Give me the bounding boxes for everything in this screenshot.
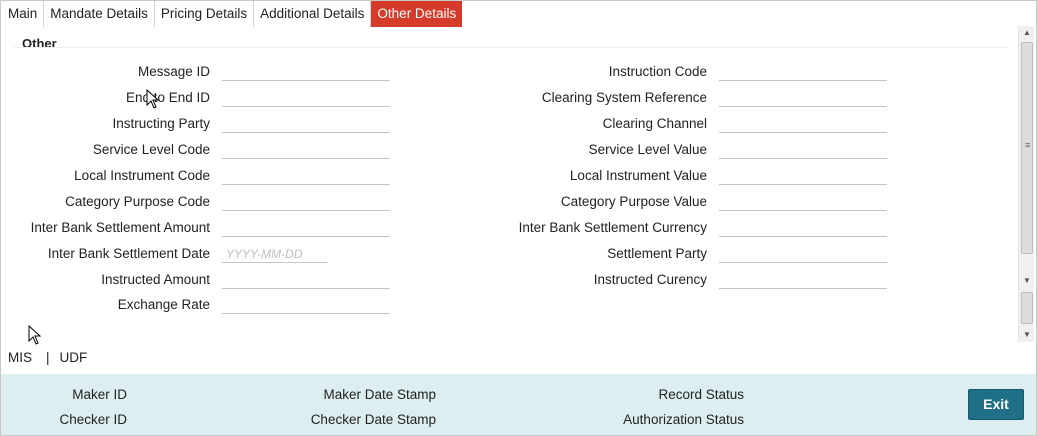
mouse-pointer-icon: [28, 325, 42, 345]
service-level-code-field[interactable]: [222, 141, 390, 159]
inter-bank-settlement-amount-label: Inter Bank Settlement Amount: [30, 220, 210, 235]
scrollbar-thumb-lower[interactable]: [1021, 292, 1033, 324]
mouse-pointer-icon: [146, 89, 160, 109]
record-status-label: Record Status: [658, 387, 744, 402]
service-level-code-label: Service Level Code: [92, 142, 210, 157]
tab-other-details[interactable]: Other Details: [371, 1, 463, 27]
section-title: Other: [22, 36, 57, 51]
service-level-value-field[interactable]: [719, 141, 887, 159]
instructing-party-field[interactable]: [222, 115, 390, 133]
scroll-down-arrow-icon[interactable]: ▼: [1019, 274, 1035, 288]
instructed-amount-field[interactable]: [222, 271, 390, 289]
clearing-channel-field[interactable]: [719, 115, 887, 133]
link-separator: |: [46, 350, 50, 365]
local-instrument-code-label: Local Instrument Code: [74, 168, 210, 183]
scroll-grip-icon: ≡: [1025, 140, 1031, 150]
vertical-scrollbar[interactable]: ▲ ≡ ▼ ▼: [1018, 26, 1034, 342]
maker-id-label: Maker ID: [72, 387, 127, 402]
clearing-channel-label: Clearing Channel: [602, 116, 707, 131]
instructing-party-label: Instructing Party: [112, 116, 210, 131]
category-purpose-value-label: Category Purpose Value: [560, 194, 707, 209]
instructed-amount-label: Instructed Amount: [101, 272, 210, 287]
service-level-value-label: Service Level Value: [588, 142, 707, 157]
instructed-currency-field[interactable]: [719, 271, 887, 289]
checker-date-stamp-label: Checker Date Stamp: [310, 412, 436, 427]
category-purpose-code-label: Category Purpose Code: [65, 194, 210, 209]
udf-link[interactable]: UDF: [60, 350, 88, 365]
tab-pricing-details[interactable]: Pricing Details: [155, 1, 255, 27]
category-purpose-code-field[interactable]: [222, 193, 390, 211]
settlement-party-field[interactable]: [719, 245, 887, 263]
inter-bank-settlement-currency-label: Inter Bank Settlement Currency: [518, 220, 707, 235]
exit-button[interactable]: Exit: [968, 389, 1024, 420]
audit-footer: Maker ID Checker ID Maker Date Stamp Che…: [1, 374, 1036, 435]
local-instrument-value-field[interactable]: [719, 167, 887, 185]
tab-additional-details[interactable]: Additional Details: [254, 1, 372, 27]
clearing-system-reference-label: Clearing System Reference: [541, 90, 707, 105]
inter-bank-settlement-amount-field[interactable]: [222, 219, 390, 237]
message-id-field[interactable]: [222, 63, 390, 81]
end-to-end-id-label: End to End ID: [125, 90, 210, 105]
scrollbar-thumb[interactable]: ≡: [1021, 42, 1033, 254]
end-to-end-id-field[interactable]: [222, 89, 390, 107]
tab-bar: Main Mandate Details Pricing Details Add…: [0, 1, 463, 27]
exchange-rate-field[interactable]: [222, 296, 390, 314]
mis-link[interactable]: MIS: [8, 350, 32, 365]
tab-main[interactable]: Main: [0, 1, 45, 27]
inter-bank-settlement-currency-field[interactable]: [719, 219, 887, 237]
inter-bank-settlement-date-label: Inter Bank Settlement Date: [47, 246, 210, 261]
section-divider: [14, 47, 1008, 48]
scroll-up-arrow-icon[interactable]: ▲: [1019, 26, 1035, 40]
authorization-status-label: Authorization Status: [623, 412, 744, 427]
tab-mandate-details[interactable]: Mandate Details: [44, 1, 155, 27]
checker-id-label: Checker ID: [59, 412, 127, 427]
clearing-system-reference-field[interactable]: [719, 89, 887, 107]
bottom-links: MIS | UDF: [8, 350, 87, 365]
instruction-code-field[interactable]: [719, 63, 887, 81]
maker-date-stamp-label: Maker Date Stamp: [323, 387, 436, 402]
inter-bank-settlement-date-field[interactable]: [222, 245, 327, 263]
exchange-rate-label: Exchange Rate: [117, 297, 210, 312]
instruction-code-label: Instruction Code: [608, 64, 707, 79]
instructed-currency-label: Instructed Curency: [593, 272, 707, 287]
message-id-label: Message ID: [137, 64, 210, 79]
local-instrument-code-field[interactable]: [222, 167, 390, 185]
scroll-down-arrow-icon-lower[interactable]: ▼: [1019, 328, 1035, 342]
local-instrument-value-label: Local Instrument Value: [569, 168, 707, 183]
category-purpose-value-field[interactable]: [719, 193, 887, 211]
settlement-party-label: Settlement Party: [607, 246, 707, 261]
